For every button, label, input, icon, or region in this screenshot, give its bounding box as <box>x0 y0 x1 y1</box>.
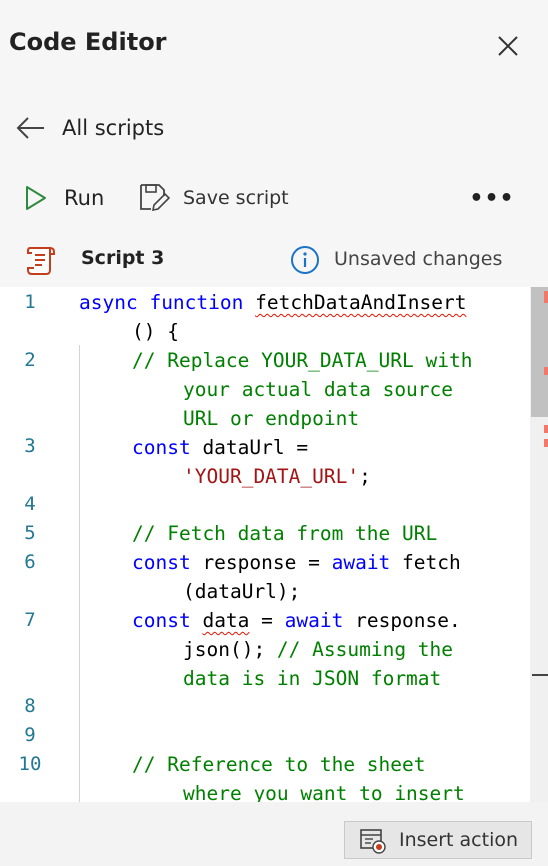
code-text: json(); <box>183 638 277 661</box>
code-keyword: async <box>79 291 138 314</box>
back-label: All scripts <box>62 116 165 140</box>
insert-action-icon <box>359 826 387 854</box>
indent-guide <box>79 345 80 802</box>
line-number: 3 <box>24 435 36 457</box>
code-comment: // Assuming the <box>276 638 454 661</box>
code-text: response = <box>190 551 332 574</box>
code-keyword: const <box>132 609 191 632</box>
code-line: const data = await response. <box>132 606 461 635</box>
code-text: ; <box>359 465 371 488</box>
arrow-left-icon <box>16 117 44 139</box>
code-keyword: const <box>132 551 191 574</box>
back-to-all-scripts-link[interactable]: All scripts <box>16 110 164 146</box>
line-number: 9 <box>24 724 36 746</box>
save-label: Save script <box>183 187 289 209</box>
code-comment: data is in JSON format <box>183 667 442 690</box>
line-number: 7 <box>24 609 36 631</box>
line-number: 1 <box>24 291 36 313</box>
unsaved-changes-status: Unsaved changes <box>334 248 503 270</box>
code-line: const dataUrl = <box>132 433 308 462</box>
code-comment: // Replace YOUR_DATA_URL with <box>132 349 473 372</box>
code-keyword: const <box>132 436 191 459</box>
script-file-icon <box>26 244 58 280</box>
line-number: 4 <box>24 493 36 515</box>
code-text: = <box>249 609 285 632</box>
line-number: 10 <box>18 753 42 775</box>
code-keyword: await <box>331 551 391 574</box>
toolbar: Run Save script ••• <box>0 175 548 221</box>
code-line: json(); // Assuming the <box>183 635 453 664</box>
code-variable: data <box>202 609 250 632</box>
run-button[interactable]: Run <box>24 175 104 221</box>
code-editor[interactable]: 1 2 3 4 5 6 7 8 9 10 async function fetc… <box>0 287 548 802</box>
code-line: () { <box>132 320 179 343</box>
error-marker <box>544 291 548 303</box>
code-text: fetch <box>390 551 461 574</box>
script-name: Script 3 <box>81 247 165 269</box>
code-line: const response = await fetch <box>132 548 461 577</box>
line-number: 2 <box>24 349 36 371</box>
info-icon <box>290 245 320 279</box>
code-comment: // Reference to the sheet <box>132 753 426 776</box>
close-button[interactable] <box>494 32 522 60</box>
code-text: dataUrl = <box>190 436 309 459</box>
code-comment: URL or endpoint <box>183 407 360 430</box>
script-info-bar: Script 3 Unsaved changes <box>0 240 548 280</box>
code-keyword: function <box>149 291 244 314</box>
more-options-button[interactable]: ••• <box>469 175 515 221</box>
editor-footer: Insert action <box>0 802 548 866</box>
error-marker <box>544 439 548 447</box>
close-icon <box>498 36 518 56</box>
run-label: Run <box>64 186 105 210</box>
code-line: 'YOUR_DATA_URL'; <box>183 462 371 491</box>
code-function-name: fetchDataAndInsert <box>255 291 467 314</box>
editor-header: Code Editor <box>0 0 548 95</box>
line-number: 8 <box>24 695 36 717</box>
line-number: 6 <box>24 551 36 573</box>
code-string: 'YOUR_DATA_URL' <box>183 465 360 488</box>
save-script-button[interactable]: Save script <box>138 175 289 221</box>
code-comment: // Fetch data from the URL <box>132 522 438 545</box>
splitter-handle <box>532 674 548 676</box>
code-keyword: await <box>284 609 344 632</box>
error-marker <box>544 367 548 375</box>
save-edit-icon <box>140 184 170 212</box>
more-icon: ••• <box>469 185 515 211</box>
insert-action-button[interactable]: Insert action <box>344 821 532 859</box>
editor-scrollbar-thumb[interactable] <box>531 287 548 417</box>
error-marker <box>544 425 548 433</box>
page-title: Code Editor <box>9 28 167 56</box>
code-comment: where you want to insert <box>183 782 465 802</box>
code-line: (dataUrl); <box>183 580 301 603</box>
play-icon <box>26 186 46 210</box>
insert-action-label: Insert action <box>399 829 519 851</box>
code-line: async function fetchDataAndInsert <box>79 288 466 317</box>
code-text: response. <box>343 609 461 632</box>
line-number: 5 <box>24 522 36 544</box>
code-comment: your actual data source <box>183 378 454 401</box>
